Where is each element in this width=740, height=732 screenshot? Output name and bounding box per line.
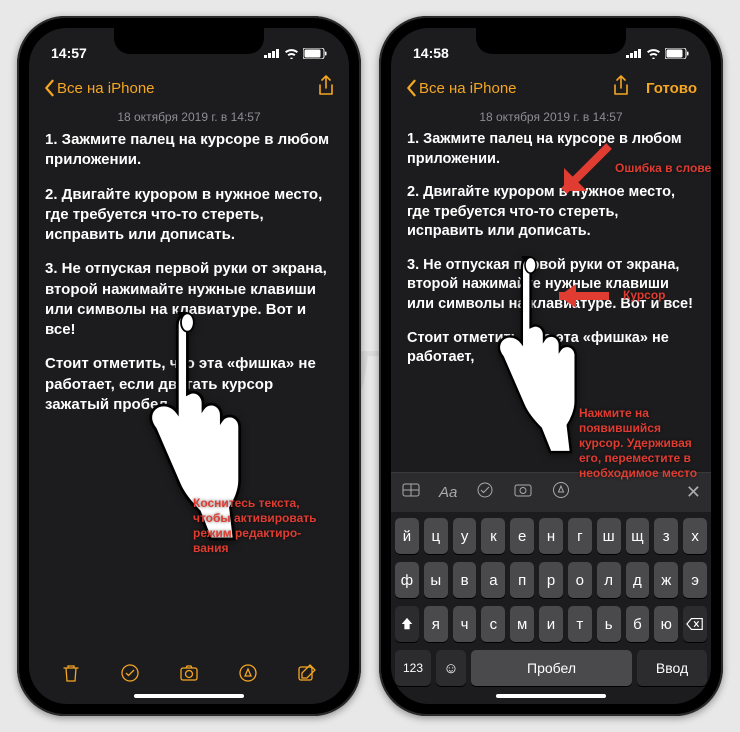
compose-icon[interactable] — [296, 662, 318, 689]
close-keyboard-icon[interactable]: ✕ — [686, 482, 701, 503]
nav-bar: Все на iPhone Готово — [391, 68, 711, 108]
back-label: Все на iPhone — [57, 80, 155, 97]
shift-key[interactable] — [395, 606, 419, 642]
emoji-key[interactable]: ☺ — [436, 650, 466, 686]
key-и[interactable]: и — [539, 606, 563, 642]
nav-bar: Все на iPhone — [29, 68, 349, 108]
backspace-key[interactable] — [683, 606, 707, 642]
clock: 14:57 — [51, 45, 87, 61]
annotation-cursor: Курсор — [623, 288, 666, 303]
battery-icon — [303, 48, 327, 59]
note-content[interactable]: 1. Зажмите палец на курсоре в любом прил… — [29, 130, 349, 654]
return-key[interactable]: Ввод — [637, 650, 707, 686]
share-button[interactable] — [612, 75, 630, 102]
home-indicator[interactable] — [496, 694, 606, 698]
camera-icon[interactable] — [513, 480, 533, 505]
key-е[interactable]: е — [510, 518, 534, 554]
table-icon[interactable] — [401, 480, 421, 505]
arrow-cursor — [544, 276, 614, 316]
draw-icon[interactable] — [551, 480, 571, 505]
key-ж[interactable]: ж — [654, 562, 678, 598]
key-в[interactable]: в — [453, 562, 477, 598]
paragraph-2: 2. Двигайте курором в нужное место, где … — [45, 185, 333, 246]
key-г[interactable]: г — [568, 518, 592, 554]
key-п[interactable]: п — [510, 562, 534, 598]
back-label: Все на iPhone — [419, 80, 517, 97]
key-я[interactable]: я — [424, 606, 448, 642]
key-о[interactable]: о — [568, 562, 592, 598]
wifi-icon — [284, 48, 299, 59]
paragraph-1: 1. Зажмите палец на курсоре в любом прил… — [45, 130, 333, 171]
arrow-error — [549, 136, 619, 206]
battery-icon — [665, 48, 689, 59]
back-button[interactable]: Все на iPhone — [405, 79, 517, 97]
key-а[interactable]: а — [481, 562, 505, 598]
key-д[interactable]: д — [626, 562, 650, 598]
format-icon[interactable]: Aa — [439, 484, 457, 501]
key-к[interactable]: к — [481, 518, 505, 554]
camera-icon[interactable] — [178, 662, 200, 689]
back-button[interactable]: Все на iPhone — [43, 79, 155, 97]
notch — [114, 28, 264, 54]
share-button[interactable] — [317, 75, 335, 102]
key-л[interactable]: л — [597, 562, 621, 598]
key-ш[interactable]: ш — [597, 518, 621, 554]
checklist-icon[interactable] — [475, 480, 495, 505]
key-т[interactable]: т — [568, 606, 592, 642]
key-й[interactable]: й — [395, 518, 419, 554]
key-ы[interactable]: ы — [424, 562, 448, 598]
key-м[interactable]: м — [510, 606, 534, 642]
date-stamp: 18 октября 2019 г. в 14:57 — [391, 108, 711, 130]
wifi-icon — [646, 48, 661, 59]
signal-icon — [626, 48, 642, 58]
key-з[interactable]: з — [654, 518, 678, 554]
signal-icon — [264, 48, 280, 58]
date-stamp: 18 октября 2019 г. в 14:57 — [29, 108, 349, 130]
home-indicator[interactable] — [134, 694, 244, 698]
notch — [476, 28, 626, 54]
key-э[interactable]: э — [683, 562, 707, 598]
key-у[interactable]: у — [453, 518, 477, 554]
key-ю[interactable]: ю — [654, 606, 678, 642]
annotation-error: Ошибка в слове — [615, 161, 711, 176]
key-б[interactable]: б — [626, 606, 650, 642]
clock: 14:58 — [413, 45, 449, 61]
space-key[interactable]: Пробел — [471, 650, 632, 686]
numbers-key[interactable]: 123 — [395, 650, 431, 686]
key-щ[interactable]: щ — [626, 518, 650, 554]
paragraph-4: Стоит отметить, что эта «фишка» не работ… — [45, 354, 333, 415]
paragraph-3: 3. Не отпуская первой руки от экрана, вт… — [45, 259, 333, 340]
draw-icon[interactable] — [237, 662, 259, 689]
annotation-text: Коснитесь текста, чтобы активировать реж… — [193, 496, 317, 556]
key-ф[interactable]: ф — [395, 562, 419, 598]
key-р[interactable]: р — [539, 562, 563, 598]
key-ь[interactable]: ь — [597, 606, 621, 642]
keyboard: йцукенгшщзх фывапролджэ ячсмитьбю 123 ☺ … — [391, 512, 711, 704]
key-ц[interactable]: ц — [424, 518, 448, 554]
trash-icon[interactable] — [60, 662, 82, 689]
annotation-instruction: Нажмите на появившийся курсор. Удерживая… — [579, 406, 697, 481]
paragraph-4: Стоит отметить, что эта «фишка» не работ… — [407, 329, 695, 368]
checklist-icon[interactable] — [119, 662, 141, 689]
done-button[interactable]: Готово — [646, 80, 697, 97]
key-н[interactable]: н — [539, 518, 563, 554]
phone-right: 14:58 Все на iPhone Готово 18 октября 20… — [379, 16, 723, 716]
key-х[interactable]: х — [683, 518, 707, 554]
key-ч[interactable]: ч — [453, 606, 477, 642]
key-с[interactable]: с — [481, 606, 505, 642]
phone-left: 14:57 Все на iPhone 18 октября 2019 г. в… — [17, 16, 361, 716]
